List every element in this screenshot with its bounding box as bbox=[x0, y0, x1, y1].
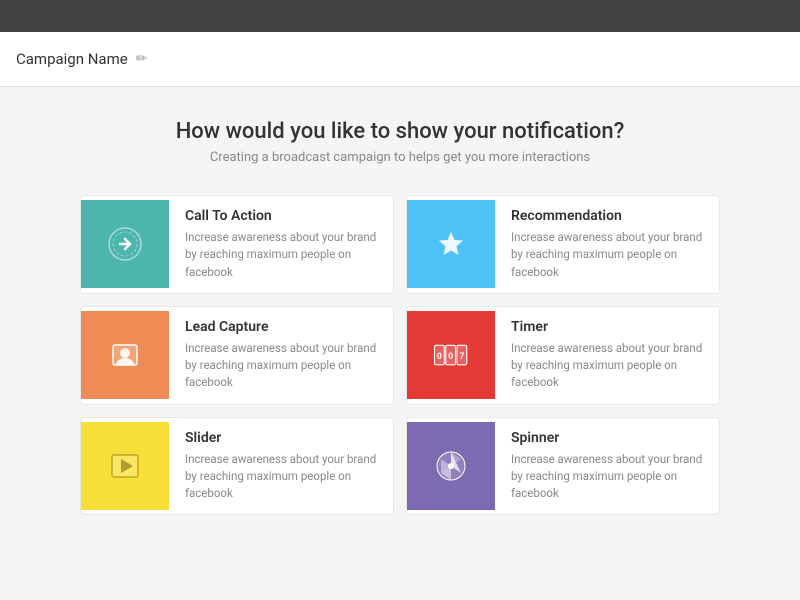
card-lead-capture[interactable]: Lead Capture Increase awareness about yo… bbox=[80, 306, 394, 405]
main-content: How would you like to show your notifica… bbox=[0, 87, 800, 547]
card-title: Lead Capture bbox=[185, 319, 377, 335]
card-body-call-to-action: Call To Action Increase awareness about … bbox=[169, 196, 393, 293]
page-title: How would you like to show your notifica… bbox=[80, 119, 720, 144]
spinner-icon bbox=[427, 442, 475, 490]
card-spinner[interactable]: Spinner Increase awareness about your br… bbox=[406, 417, 720, 516]
card-desc: Increase awareness about your brand by r… bbox=[185, 229, 377, 281]
play-icon bbox=[101, 442, 149, 490]
card-icon-bg-purple bbox=[407, 422, 495, 510]
card-icon-bg-teal bbox=[81, 200, 169, 288]
card-desc: Increase awareness about your brand by r… bbox=[185, 340, 377, 392]
card-body-timer: Timer Increase awareness about your bran… bbox=[495, 307, 719, 404]
header: Campaign Name ✏ bbox=[0, 32, 800, 87]
card-desc: Increase awareness about your brand by r… bbox=[185, 451, 377, 503]
card-title: Spinner bbox=[511, 430, 703, 446]
card-body-slider: Slider Increase awareness about your bra… bbox=[169, 418, 393, 515]
card-icon-bg-blue bbox=[407, 200, 495, 288]
card-icon-bg-red: 0 0 7 bbox=[407, 311, 495, 399]
card-recommendation[interactable]: Recommendation Increase awareness about … bbox=[406, 195, 720, 294]
card-body-spinner: Spinner Increase awareness about your br… bbox=[495, 418, 719, 515]
card-icon-bg-yellow bbox=[81, 422, 169, 510]
cards-grid: Call To Action Increase awareness about … bbox=[80, 195, 720, 515]
svg-text:7: 7 bbox=[459, 351, 464, 361]
card-slider[interactable]: Slider Increase awareness about your bra… bbox=[80, 417, 394, 516]
card-desc: Increase awareness about your brand by r… bbox=[511, 340, 703, 392]
card-body-lead-capture: Lead Capture Increase awareness about yo… bbox=[169, 307, 393, 404]
star-icon bbox=[427, 220, 475, 268]
card-title: Recommendation bbox=[511, 208, 703, 224]
card-icon-bg-orange bbox=[81, 311, 169, 399]
card-body-recommendation: Recommendation Increase awareness about … bbox=[495, 196, 719, 293]
card-title: Timer bbox=[511, 319, 703, 335]
card-call-to-action[interactable]: Call To Action Increase awareness about … bbox=[80, 195, 394, 294]
page-subtitle: Creating a broadcast campaign to helps g… bbox=[80, 150, 720, 165]
arrow-icon bbox=[101, 220, 149, 268]
svg-text:0: 0 bbox=[448, 351, 453, 361]
top-bar bbox=[0, 0, 800, 32]
card-title: Slider bbox=[185, 430, 377, 446]
card-desc: Increase awareness about your brand by r… bbox=[511, 229, 703, 281]
campaign-name-label: Campaign Name bbox=[16, 50, 128, 68]
person-icon bbox=[101, 331, 149, 379]
card-timer[interactable]: 0 0 7 Timer Increase awareness about you… bbox=[406, 306, 720, 405]
timer-icon: 0 0 7 bbox=[427, 331, 475, 379]
card-desc: Increase awareness about your brand by r… bbox=[511, 451, 703, 503]
edit-campaign-name-icon[interactable]: ✏ bbox=[136, 51, 148, 67]
svg-text:0: 0 bbox=[437, 351, 442, 361]
card-title: Call To Action bbox=[185, 208, 377, 224]
